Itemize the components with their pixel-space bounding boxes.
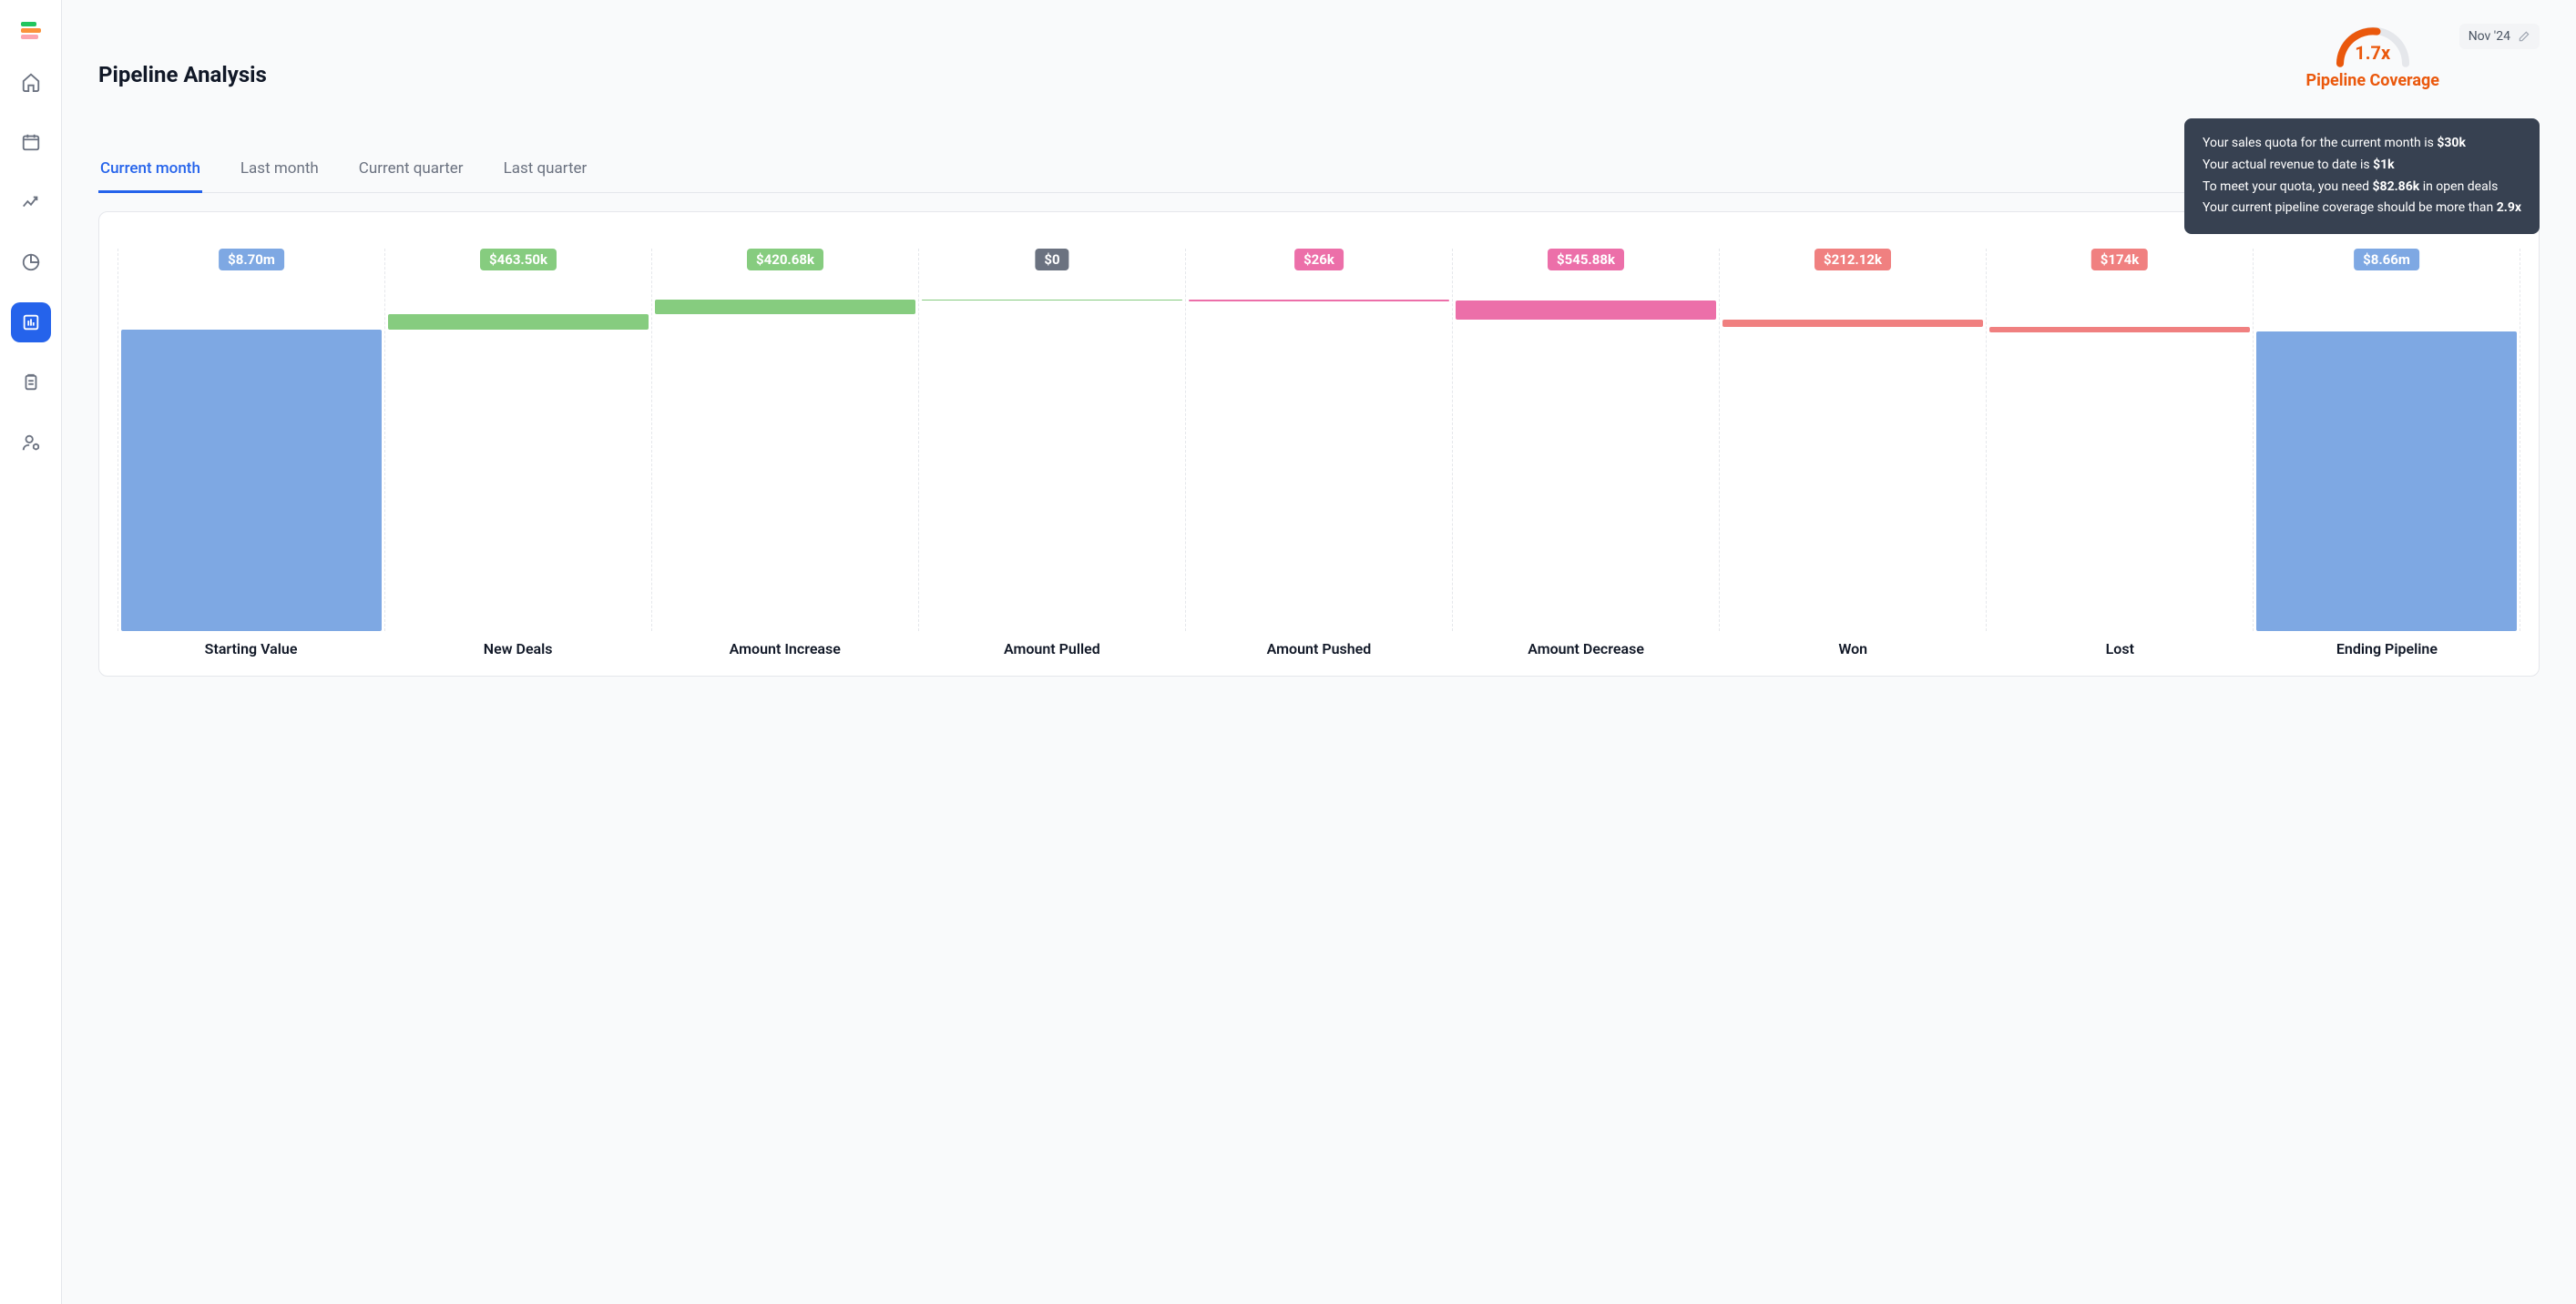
sidebar bbox=[0, 0, 62, 1304]
nav-calendar[interactable] bbox=[11, 122, 51, 162]
chart-column: $8.66m bbox=[2253, 249, 2520, 631]
category-label: Amount Decrease bbox=[1453, 640, 1720, 657]
nav-pie[interactable] bbox=[11, 242, 51, 282]
waterfall-chart: $8.70m $463.50k $420.68k $0 $26k $545.88k $212… bbox=[98, 211, 2540, 677]
date-label: Nov '24 bbox=[2469, 29, 2510, 44]
tab-current-month[interactable]: Current month bbox=[98, 150, 202, 193]
chart-column: $545.88k bbox=[1452, 249, 1719, 631]
user-settings-icon bbox=[21, 433, 41, 453]
nav-user-settings[interactable] bbox=[11, 423, 51, 463]
date-picker[interactable]: Nov '24 bbox=[2459, 24, 2540, 49]
category-label: Amount Pulled bbox=[918, 640, 1185, 657]
bar-amount-increase[interactable] bbox=[655, 300, 915, 314]
pie-chart-icon bbox=[21, 252, 41, 272]
bar-chart-icon bbox=[21, 312, 41, 332]
main-content: Nov '24 Pipeline Analysis 1.7x Pipeline … bbox=[62, 0, 2576, 1304]
tab-last-quarter[interactable]: Last quarter bbox=[502, 150, 589, 193]
tab-current-quarter[interactable]: Current quarter bbox=[357, 150, 465, 193]
app-logo bbox=[21, 22, 41, 42]
bar-ending-pipeline[interactable] bbox=[2256, 331, 2517, 631]
category-label: Lost bbox=[1987, 640, 2254, 657]
category-label: New Deals bbox=[384, 640, 651, 657]
pencil-icon bbox=[2518, 30, 2530, 43]
value-label: $174k bbox=[2091, 249, 2148, 270]
line-chart-icon bbox=[21, 192, 41, 212]
chart-column: $8.70m bbox=[118, 249, 384, 631]
bar-amount-pushed[interactable] bbox=[1189, 300, 1449, 301]
value-label: $0 bbox=[1035, 249, 1068, 270]
nav-reports[interactable] bbox=[11, 302, 51, 342]
clipboard-icon bbox=[21, 372, 41, 392]
tab-last-month[interactable]: Last month bbox=[239, 150, 321, 193]
value-label: $463.50k bbox=[480, 249, 557, 270]
value-label: $420.68k bbox=[747, 249, 823, 270]
value-label: $26k bbox=[1294, 249, 1344, 270]
value-label: $212.12k bbox=[1814, 249, 1891, 270]
page-title: Pipeline Analysis bbox=[98, 62, 267, 87]
category-label: Ending Pipeline bbox=[2254, 640, 2520, 657]
bar-won[interactable] bbox=[1722, 320, 1983, 327]
time-range-tabs: Current month Last month Current quarter La… bbox=[98, 150, 2540, 193]
bar-lost[interactable] bbox=[1989, 327, 2250, 333]
chart-column: $26k bbox=[1185, 249, 1452, 631]
bar-new-deals[interactable] bbox=[388, 314, 649, 331]
coverage-value: 1.7x bbox=[2332, 42, 2414, 64]
nav-trends[interactable] bbox=[11, 182, 51, 222]
value-label: $8.70m bbox=[219, 249, 284, 270]
category-label: Amount Pushed bbox=[1185, 640, 1452, 657]
category-label: Starting Value bbox=[118, 640, 384, 657]
value-label: $8.66m bbox=[2354, 249, 2419, 270]
coverage-gauge: 1.7x bbox=[2332, 22, 2414, 67]
category-label: Amount Increase bbox=[651, 640, 918, 657]
chart-column: $212.12k bbox=[1719, 249, 1986, 631]
bar-amount-pulled[interactable] bbox=[922, 300, 1182, 301]
calendar-icon bbox=[21, 132, 41, 152]
category-label: Won bbox=[1720, 640, 1987, 657]
coverage-tooltip: Your sales quota for the current month i… bbox=[2184, 118, 2540, 234]
nav-home[interactable] bbox=[11, 62, 51, 102]
coverage-label: Pipeline Coverage bbox=[2306, 71, 2440, 90]
value-label: $545.88k bbox=[1548, 249, 1624, 270]
chart-column: $420.68k bbox=[651, 249, 918, 631]
chart-column: $0 bbox=[918, 249, 1185, 631]
chart-column: $463.50k bbox=[384, 249, 651, 631]
pipeline-coverage: 1.7x Pipeline Coverage bbox=[2306, 22, 2440, 90]
chart-column: $174k bbox=[1986, 249, 2253, 631]
bar-amount-decrease[interactable] bbox=[1456, 301, 1716, 320]
home-icon bbox=[21, 72, 41, 92]
bar-starting-value[interactable] bbox=[121, 330, 382, 631]
nav-clipboard[interactable] bbox=[11, 362, 51, 402]
